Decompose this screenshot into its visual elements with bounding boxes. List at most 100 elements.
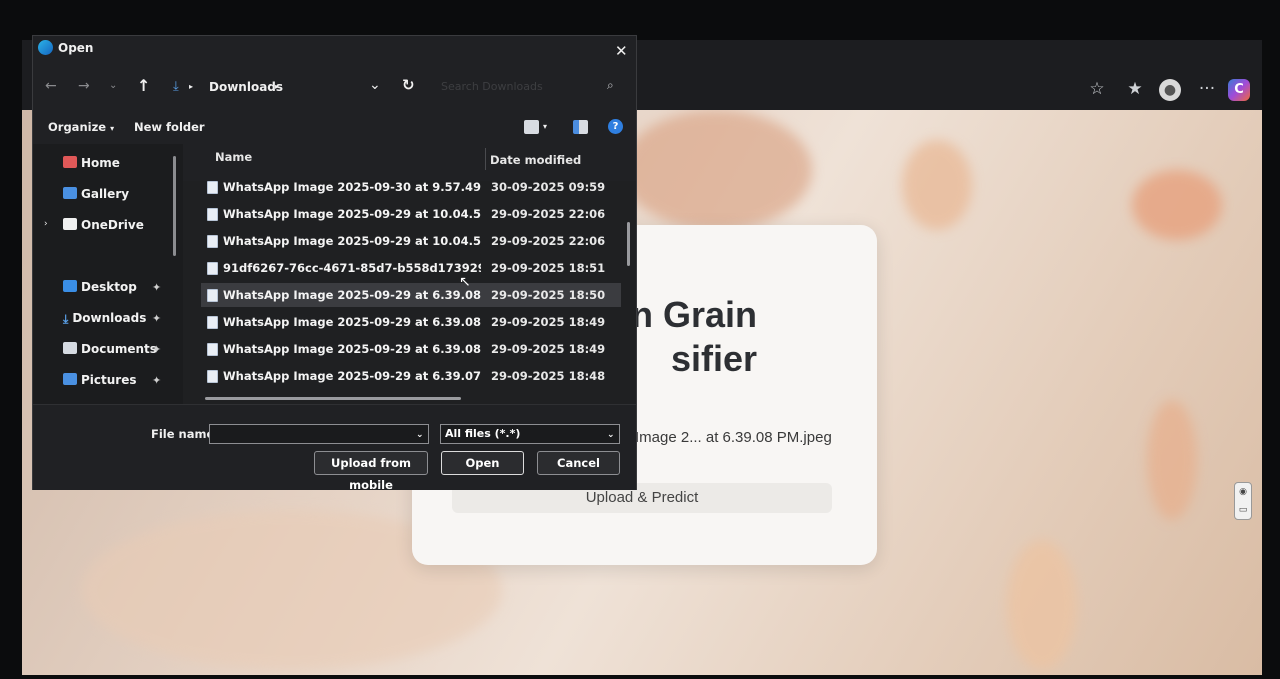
file-name: WhatsApp Image 2025-09-29 at 6.39.08 PM … [223, 315, 481, 329]
image-file-icon [207, 181, 218, 194]
nav-item-home[interactable]: Home [63, 156, 120, 170]
search-input[interactable]: Search Downloads [441, 80, 543, 93]
column-divider [485, 148, 486, 170]
edge-logo-icon [38, 40, 53, 55]
organize-menu[interactable]: Organize ▾ [48, 120, 114, 134]
nav-item-label: Pictures [81, 373, 137, 387]
file-row[interactable]: WhatsApp Image 2025-09-30 at 9.57.49 AM.… [201, 175, 621, 199]
onedrive-icon [63, 218, 77, 230]
new-folder-button[interactable]: New folder [134, 120, 205, 134]
navigation-pane [33, 144, 183, 404]
nav-item-label: Downloads [72, 311, 147, 325]
close-icon[interactable]: ✕ [615, 42, 628, 60]
nav-item-pictures[interactable]: Pictures [63, 373, 137, 387]
back-arrow-icon[interactable]: ← [45, 78, 57, 94]
file-type-select[interactable]: All files (*.*) ⌄ [440, 424, 620, 444]
nav-item-label: Desktop [81, 280, 137, 294]
background-decoration [1007, 540, 1077, 670]
file-row-selected[interactable]: WhatsApp Image 2025-09-29 at 6.39.08 PM … [201, 283, 621, 307]
address-dropdown-icon[interactable]: ⌄ [369, 77, 381, 93]
nav-item-desktop[interactable]: Desktop [63, 280, 137, 294]
nav-item-label: Gallery [81, 187, 130, 201]
star-icon[interactable]: ☆ [1084, 76, 1110, 102]
image-file-icon [207, 316, 218, 329]
file-row[interactable]: WhatsApp Image 2025-09-29 at 6.39.08 PM.… [201, 337, 621, 361]
favorites-icon[interactable]: ★ [1122, 76, 1148, 102]
file-type-value: All files (*.*) [445, 427, 521, 440]
nav-scrollbar[interactable] [173, 156, 176, 256]
file-name-input[interactable]: ⌄ [209, 424, 429, 444]
file-name: WhatsApp Image 2025-09-29 at 6.39.07 PM.… [223, 369, 481, 383]
chevron-down-icon[interactable]: ▾ [543, 122, 547, 131]
desktop-icon [63, 280, 77, 292]
search-icon: ⌕ [607, 78, 614, 92]
image-file-icon [207, 262, 218, 275]
file-date: 29-09-2025 22:06 [491, 234, 606, 248]
chosen-file-name: Image 2... at 6.39.08 PM.jpeg [635, 429, 832, 446]
pin-icon: ✦ [152, 281, 162, 294]
file-name: WhatsApp Image 2025-09-29 at 10.04.56 PM… [223, 207, 481, 221]
horizontal-scrollbar[interactable] [205, 397, 461, 400]
help-icon[interactable]: ? [608, 119, 623, 134]
search-box[interactable]: Search Downloads ⌕ [431, 74, 626, 100]
file-date: 29-09-2025 18:51 [491, 261, 606, 275]
file-date: 29-09-2025 18:49 [491, 315, 606, 329]
downloads-icon: ⤓ [63, 312, 69, 326]
background-decoration [622, 110, 812, 230]
file-name: WhatsApp Image 2025-09-29 at 10.04.55 PM… [223, 234, 481, 248]
more-icon[interactable]: ··· [1194, 76, 1220, 102]
nav-item-gallery[interactable]: Gallery [63, 187, 129, 201]
chevron-down-icon[interactable]: ⌄ [607, 426, 615, 444]
nav-item-downloads[interactable]: ⤓ Downloads [63, 311, 147, 326]
file-row[interactable]: WhatsApp Image 2025-09-29 at 6.39.08 PM … [201, 310, 621, 334]
file-date: 29-09-2025 18:50 [491, 288, 606, 302]
up-arrow-icon[interactable]: ↑ [137, 76, 150, 95]
organize-label: Organize [48, 120, 107, 134]
copilot-icon[interactable]: C [1228, 79, 1250, 101]
recent-locations-icon[interactable]: ⌄ [109, 80, 117, 91]
file-date: 29-09-2025 18:49 [491, 342, 606, 356]
chevron-down-icon[interactable]: ⌄ [416, 426, 424, 444]
image-file-icon [207, 208, 218, 221]
nav-item-documents[interactable]: Documents [63, 342, 157, 356]
nav-item-onedrive[interactable]: OneDrive [63, 218, 144, 232]
preview-pane-icon[interactable] [573, 120, 588, 134]
file-name: 91df6267-76cc-4671-85d7-b558d1739295.jpe… [223, 261, 481, 275]
file-date: 29-09-2025 18:48 [491, 369, 606, 383]
mouse-cursor-icon: ↖ [459, 274, 471, 290]
file-date: 30-09-2025 09:59 [491, 180, 606, 194]
nav-item-label: Home [81, 156, 120, 170]
home-icon [63, 156, 77, 168]
profile-icon[interactable]: ● [1159, 79, 1181, 101]
open-file-dialog: Open ✕ ← → ⌄ ↑ ⤓ ▸ Downloads ▸ ⌄ ↻ Searc… [32, 35, 637, 492]
nav-item-label: OneDrive [81, 218, 144, 232]
file-row[interactable]: 91df6267-76cc-4671-85d7-b558d1739295.jpe… [201, 256, 621, 280]
sidebar-toggle[interactable]: ◉ ▭ [1234, 482, 1252, 520]
background-decoration [902, 140, 972, 230]
file-name: WhatsApp Image 2025-09-29 at 6.39.08 PM.… [223, 342, 481, 356]
view-options-icon[interactable] [524, 120, 539, 134]
background-decoration [1147, 400, 1197, 520]
file-row[interactable]: WhatsApp Image 2025-09-29 at 10.04.56 PM… [201, 202, 621, 226]
file-row[interactable]: WhatsApp Image 2025-09-29 at 10.04.55 PM… [201, 229, 621, 253]
open-button[interactable]: Open [441, 451, 524, 475]
expand-chevron-icon[interactable]: › [44, 219, 48, 229]
background-decoration [1132, 170, 1222, 240]
documents-icon [63, 342, 77, 354]
column-header-date[interactable]: Date modified [490, 153, 581, 167]
file-date: 29-09-2025 22:06 [491, 207, 606, 221]
forward-arrow-icon[interactable]: → [78, 78, 90, 94]
pictures-icon [63, 373, 77, 385]
file-name: WhatsApp Image 2025-09-29 at 6.39.08 PM … [223, 288, 481, 302]
file-row[interactable]: WhatsApp Image 2025-09-29 at 6.39.07 PM.… [201, 364, 621, 388]
image-file-icon [207, 289, 218, 302]
cancel-button[interactable]: Cancel [537, 451, 620, 475]
dialog-title: Open [58, 41, 94, 55]
chevron-down-icon: ▾ [110, 124, 115, 133]
column-header-name[interactable]: Name [215, 150, 252, 164]
breadcrumb-separator-icon: ▸ [189, 82, 194, 91]
breadcrumb-downloads[interactable]: Downloads [209, 80, 283, 94]
refresh-icon[interactable]: ↻ [402, 76, 415, 94]
file-list-scrollbar[interactable] [627, 222, 630, 266]
upload-from-mobile-button[interactable]: Upload from mobile [314, 451, 428, 492]
